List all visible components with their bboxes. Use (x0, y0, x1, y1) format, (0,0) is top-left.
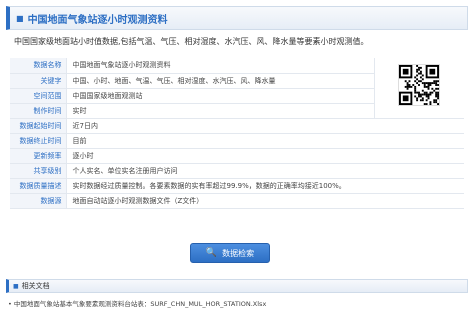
related-docs-header: ■ 相关文档 (6, 279, 468, 293)
table-row: 数据起始时间 近7日内 (10, 118, 464, 134)
search-icon: 🔍 (205, 248, 218, 258)
square-bullet-icon: ■ (13, 282, 19, 290)
qr-cell (373, 58, 464, 119)
row-value-name: 中国地面气象站逐小时观测资料 (66, 58, 374, 74)
table-row: 共享级别 个人实名、单位实名注册用户访问 (10, 163, 464, 180)
row-label-source: 数据源 (10, 193, 67, 210)
row-value-frequency: 逐小时 (66, 148, 464, 165)
row-value-sharing: 个人实名、单位实名注册用户访问 (66, 163, 464, 180)
page-header: ■ 中国地面气象站逐小时观测资料 (6, 6, 468, 30)
qr-code-icon (398, 64, 441, 107)
table-row: 数据名称 中国地面气象站逐小时观测资料 (10, 58, 464, 119)
row-label-production: 制作时间 (10, 103, 67, 119)
data-search-button[interactable]: 🔍 数据检索 (190, 243, 270, 263)
row-value-production: 实时 (66, 103, 374, 119)
row-label-name: 数据名称 (10, 58, 67, 74)
row-value-keywords: 中国、小时、地面、气温、气压、相对湿度、水汽压、风、降水量 (66, 73, 374, 89)
metadata-table: 数据名称 中国地面气象站逐小时观测资料 关键字 中国、小时、地面、气温、气压、相… (10, 58, 464, 210)
row-value-start: 近7日内 (66, 118, 464, 134)
row-value-spatial: 中国国家级地面观测站 (66, 88, 374, 104)
dataset-description: 中国国家级地面站小时值数据,包括气温、气压、相对湿度、水汽压、风、降水量等要素小… (14, 37, 369, 46)
row-label-sharing: 共享级别 (10, 163, 67, 180)
search-button-label: 数据检索 (222, 248, 255, 258)
row-label-frequency: 更新频率 (10, 148, 67, 165)
row-value-quality: 实时数据经过质量控制。各要素数据的实有率超过99.9%，数据的正确率均接近100… (66, 178, 464, 195)
page-title: 中国地面气象站逐小时观测资料 (27, 14, 168, 26)
station-list-doc-link[interactable]: • 中国地面气象站基本气象要素观测资料台站表：SURF_CHN_MUL_HOR_… (8, 298, 266, 308)
table-row: 更新频率 逐小时 (10, 148, 464, 165)
row-label-start: 数据起始时间 (10, 118, 67, 134)
row-label-end: 数据终止时间 (10, 133, 67, 150)
table-row: 数据质量描述 实时数据经过质量控制。各要素数据的实有率超过99.9%，数据的正确… (10, 178, 464, 195)
row-label-spatial: 空间范围 (10, 88, 67, 104)
square-bullet-icon: ■ (16, 13, 24, 23)
row-label-keywords: 关键字 (10, 73, 67, 89)
table-row: 数据终止时间 目前 (10, 133, 464, 150)
row-label-quality: 数据质量描述 (10, 178, 67, 195)
row-value-source: 地面自动站逐小时观测数据文件（Z文件） (66, 193, 464, 210)
related-docs-title: 相关文档 (21, 282, 50, 290)
row-value-end: 目前 (66, 133, 464, 150)
table-row: 数据源 地面自动站逐小时观测数据文件（Z文件） (10, 193, 464, 210)
